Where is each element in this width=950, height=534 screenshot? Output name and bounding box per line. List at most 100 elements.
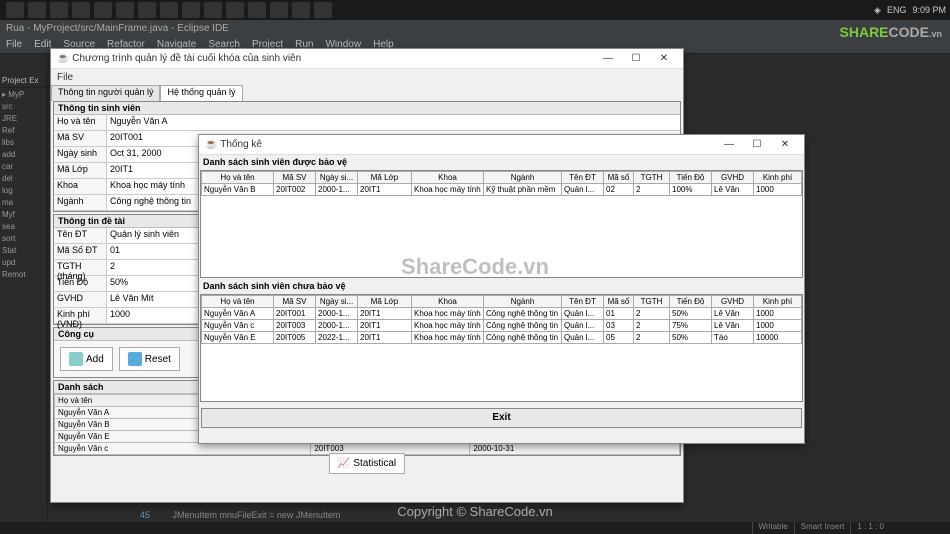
task-icon[interactable]	[314, 2, 332, 18]
tree-item[interactable]: sea	[2, 222, 45, 234]
col[interactable]: Khoa	[412, 172, 484, 184]
table-row[interactable]: Nguyễn Văn c20IT0032000-1...20IT1Khoa họ…	[202, 320, 802, 332]
table-row[interactable]: Nguyễn Văn B20IT0022000-1...20IT1Khoa họ…	[202, 184, 802, 196]
tree-item[interactable]: log	[2, 186, 45, 198]
task-icon[interactable]	[116, 2, 134, 18]
status-pos: 1 : 1 : 0	[850, 522, 890, 534]
malop-label: Mã Lớp	[54, 163, 106, 178]
dialog-titlebar: ☕ Chương trình quản lý đề tài cuối khóa …	[51, 49, 683, 69]
col[interactable]: Ngày si...	[316, 172, 358, 184]
tree-item[interactable]: car	[2, 162, 45, 174]
exit-button[interactable]: Exit	[201, 408, 802, 428]
col[interactable]: Tên ĐT	[562, 172, 604, 184]
col[interactable]: Tiến Độ	[670, 296, 712, 308]
col[interactable]: Mã số	[604, 296, 634, 308]
tree-item[interactable]: Myf	[2, 210, 45, 222]
add-button[interactable]: Add	[60, 347, 113, 371]
minimize-icon[interactable]: —	[595, 51, 621, 67]
java-icon: ☕	[205, 139, 217, 150]
col[interactable]: Họ và tên	[202, 172, 274, 184]
maximize-icon[interactable]: ☐	[623, 51, 649, 67]
tree-item[interactable]: add	[2, 150, 45, 162]
task-icon[interactable]	[292, 2, 310, 18]
col[interactable]: TGTH	[634, 172, 670, 184]
kinhphi-label: Kinh phí (VNĐ)	[54, 308, 106, 323]
chart-icon: 📈	[338, 458, 350, 469]
maximize-icon[interactable]: ☐	[744, 137, 770, 153]
menu-edit[interactable]: Edit	[34, 39, 51, 50]
tree-item[interactable]: upd	[2, 258, 45, 270]
menu-file[interactable]: File	[6, 39, 22, 50]
tree-item[interactable]: ma	[2, 198, 45, 210]
col[interactable]: Kinh phí	[754, 172, 802, 184]
col[interactable]: Ngành	[484, 296, 562, 308]
tab-nguoi-quan-ly[interactable]: Thông tin người quản lý	[51, 85, 160, 101]
task-icon[interactable]	[28, 2, 46, 18]
table-row[interactable]: Nguyễn Văn A20IT0012000-1...20IT1Khoa họ…	[202, 308, 802, 320]
col[interactable]: Tên ĐT	[562, 296, 604, 308]
section-duoc-bao-ve: Danh sách sinh viên được bảo vệ	[199, 155, 804, 169]
table-chua-bao-ve[interactable]: Họ và tênMã SVNgày si...Mã LớpKhoaNgànhT…	[201, 295, 802, 344]
start-icon[interactable]	[6, 2, 24, 18]
table-duoc-bao-ve[interactable]: Họ và tênMã SVNgày si...Mã LớpKhoaNgànhT…	[201, 171, 802, 196]
col[interactable]: Họ và tên	[202, 296, 274, 308]
reset-icon	[128, 352, 142, 366]
tray-wifi-icon[interactable]: ◈	[874, 5, 881, 16]
task-icon[interactable]	[72, 2, 90, 18]
task-icon[interactable]	[182, 2, 200, 18]
eclipse-statusbar: Writable Smart Insert 1 : 1 : 0	[0, 522, 950, 534]
tree-item[interactable]: Stat	[2, 246, 45, 258]
statistical-button[interactable]: 📈 Statistical	[329, 453, 405, 474]
tree-item[interactable]: del	[2, 174, 45, 186]
col[interactable]: GVHD	[712, 296, 754, 308]
task-icon[interactable]	[50, 2, 68, 18]
tray-time[interactable]: 9:09 PM	[912, 5, 946, 15]
task-icon[interactable]	[138, 2, 156, 18]
task-icon[interactable]	[270, 2, 288, 18]
task-icon[interactable]	[160, 2, 178, 18]
col[interactable]: Khoa	[412, 296, 484, 308]
col[interactable]: TGTH	[634, 296, 670, 308]
col[interactable]: Mã Lớp	[358, 296, 412, 308]
close-icon[interactable]: ✕	[651, 51, 677, 67]
col[interactable]: Tiến Độ	[670, 172, 712, 184]
status-insert: Smart Insert	[794, 522, 851, 534]
java-icon: ☕	[57, 53, 69, 64]
tree-item[interactable]: JRE	[2, 114, 45, 126]
tree-item[interactable]: sort	[2, 234, 45, 246]
tree-item[interactable]: Remot	[2, 270, 45, 282]
tree-item[interactable]: Ref	[2, 126, 45, 138]
hoten-input[interactable]: Nguyễn Văn A	[106, 115, 680, 130]
eclipse-title: Rua - MyProject/src/MainFrame.java - Ecl…	[0, 20, 950, 36]
col[interactable]: Mã số	[604, 172, 634, 184]
close-icon[interactable]: ✕	[772, 137, 798, 153]
tray-lang[interactable]: ENG	[887, 5, 907, 15]
col[interactable]: Kinh phí	[754, 296, 802, 308]
masv-label: Mã SV	[54, 131, 106, 146]
task-icon[interactable]	[94, 2, 112, 18]
col[interactable]: Ngày si...	[316, 296, 358, 308]
col[interactable]: GVHD	[712, 172, 754, 184]
tendt-label: Tên ĐT	[54, 228, 106, 243]
task-icon[interactable]	[226, 2, 244, 18]
status-writable: Writable	[752, 522, 794, 534]
sharecode-logo: SHARECODE.vn	[840, 24, 942, 40]
col[interactable]: Mã SV	[274, 172, 316, 184]
tree-item[interactable]: src	[2, 102, 45, 114]
line-number: 45	[140, 510, 150, 520]
hoten-label: Họ và tên	[54, 115, 106, 130]
dialog-menu-file[interactable]: File	[51, 69, 683, 85]
task-icon[interactable]	[204, 2, 222, 18]
reset-label: Reset	[145, 354, 171, 365]
col[interactable]: Ngành	[484, 172, 562, 184]
add-icon	[69, 352, 83, 366]
col[interactable]: Mã SV	[274, 296, 316, 308]
reset-button[interactable]: Reset	[119, 347, 180, 371]
tree-item[interactable]: ▸ MyP	[2, 90, 45, 102]
minimize-icon[interactable]: —	[716, 137, 742, 153]
tab-he-thong[interactable]: Hệ thống quản lý	[160, 85, 242, 101]
col[interactable]: Mã Lớp	[358, 172, 412, 184]
task-icon[interactable]	[248, 2, 266, 18]
table-row[interactable]: Nguyễn Văn E20IT0052022-1...20IT1Khoa họ…	[202, 332, 802, 344]
tree-item[interactable]: libs	[2, 138, 45, 150]
